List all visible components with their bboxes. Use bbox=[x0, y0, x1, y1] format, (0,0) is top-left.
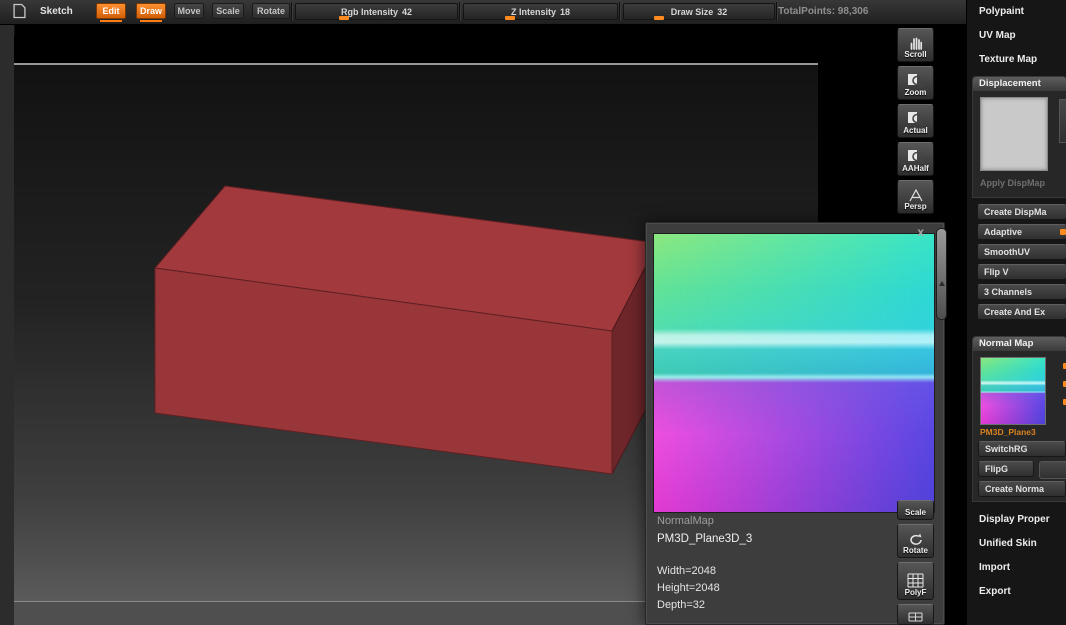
divider bbox=[291, 2, 293, 21]
divider bbox=[459, 2, 461, 21]
popup-depth-line: Depth=32 bbox=[657, 599, 706, 611]
adaptive-button[interactable]: Adaptive bbox=[977, 224, 1066, 240]
display-properties-header[interactable]: Display Proper bbox=[979, 514, 1050, 525]
total-points-readout: TotalPoints: 98,306 bbox=[778, 6, 869, 17]
displacement-section: Displacement Apply DispMap bbox=[972, 76, 1066, 198]
normalmap-thumbnail[interactable] bbox=[980, 357, 1046, 425]
export-header[interactable]: Export bbox=[979, 586, 1011, 597]
slider-thumb[interactable] bbox=[339, 16, 350, 20]
slider-thumb[interactable] bbox=[654, 16, 664, 20]
popup-map-type: NormalMap bbox=[657, 515, 714, 527]
magnifier-icon bbox=[908, 112, 924, 126]
popup-width-line: Width=2048 bbox=[657, 565, 717, 577]
slider-thumb[interactable] bbox=[505, 16, 516, 20]
unified-skin-header[interactable]: Unified Skin bbox=[979, 538, 1037, 549]
create-and-export-button[interactable]: Create And Ex bbox=[977, 304, 1066, 320]
canvas-scale-button[interactable]: Scale bbox=[897, 500, 934, 520]
draw-size-slider[interactable]: Draw Size 32 bbox=[623, 3, 775, 20]
persp-button[interactable]: Persp bbox=[897, 180, 934, 214]
close-icon[interactable]: x bbox=[917, 225, 924, 239]
zoom-tool-button[interactable]: Zoom bbox=[897, 66, 934, 100]
top-toolbar: Sketch Edit Draw Move Scale Rotate Rgb I… bbox=[0, 0, 966, 25]
draw-size-value: 32 bbox=[717, 6, 728, 17]
perspective-icon bbox=[908, 189, 923, 202]
tool-label: Persp bbox=[904, 202, 927, 211]
z-intensity-value: 18 bbox=[560, 6, 571, 17]
scale-button[interactable]: Scale bbox=[212, 3, 244, 19]
draw-button[interactable]: Draw bbox=[136, 3, 166, 22]
tool-label: Actual bbox=[903, 126, 928, 135]
flip-v-button[interactable]: Flip V bbox=[977, 264, 1066, 280]
zbrush-window: Sketch Edit Draw Move Scale Rotate Rgb I… bbox=[0, 0, 1066, 625]
grid-icon bbox=[908, 612, 923, 622]
tool-label: Zoom bbox=[904, 88, 927, 97]
tool-palette: Polypaint UV Map Texture Map Displacemen… bbox=[966, 0, 1066, 625]
uv-map-header[interactable]: UV Map bbox=[979, 30, 1016, 41]
left-tray bbox=[0, 24, 15, 625]
create-normalmap-button[interactable]: Create Norma bbox=[978, 481, 1066, 497]
popup-object-name: PM3D_Plane3D_3 bbox=[657, 533, 753, 545]
canvas-rotate-button[interactable]: Rotate bbox=[897, 524, 934, 558]
document-header-band bbox=[14, 36, 818, 63]
texture-map-header[interactable]: Texture Map bbox=[979, 54, 1037, 65]
tool-label: AAHalf bbox=[902, 164, 929, 173]
rotate-button[interactable]: Rotate bbox=[252, 3, 290, 19]
normal-map-header[interactable]: Normal Map bbox=[973, 337, 1066, 351]
tool-label: Scroll bbox=[904, 50, 927, 59]
clipped-control bbox=[1039, 461, 1066, 479]
draw-size-label: Draw Size bbox=[670, 6, 714, 17]
tray-scrollbar[interactable] bbox=[936, 228, 947, 320]
polyframe-button[interactable]: PolyF bbox=[897, 562, 934, 600]
grid-icon bbox=[907, 573, 924, 588]
import-header[interactable]: Import bbox=[979, 562, 1010, 573]
magnifier-icon bbox=[908, 74, 924, 88]
scroll-up-arrow bbox=[938, 281, 945, 286]
divider bbox=[619, 2, 621, 21]
apply-dispmap-label: Apply DispMap bbox=[980, 178, 1046, 188]
rotate-icon bbox=[909, 533, 922, 545]
tool-label: PolyF bbox=[904, 588, 927, 597]
rgb-intensity-value: 42 bbox=[402, 6, 413, 17]
clipped-control bbox=[1059, 99, 1066, 143]
edit-button[interactable]: Edit bbox=[96, 3, 126, 22]
z-intensity-slider[interactable]: Z Intensity 18 bbox=[463, 3, 618, 20]
scroll-tool-button[interactable]: Scroll bbox=[897, 28, 934, 62]
tool-label: Rotate bbox=[903, 546, 928, 555]
hand-icon bbox=[910, 37, 922, 50]
create-dispmap-button[interactable]: Create DispMa bbox=[977, 204, 1066, 220]
normalmap-thumb-label[interactable]: PM3D_Plane3 bbox=[980, 427, 1036, 437]
sketch-label: Sketch bbox=[40, 6, 73, 17]
popup-height-line: Height=2048 bbox=[657, 582, 720, 594]
tool-label: Scale bbox=[905, 508, 926, 517]
rgb-intensity-slider[interactable]: Rgb Intensity 42 bbox=[295, 3, 458, 20]
aahalf-button[interactable]: AAHalf bbox=[897, 142, 934, 176]
normalmap-preview-image bbox=[653, 233, 935, 513]
displacement-header[interactable]: Displacement bbox=[973, 77, 1066, 91]
magnifier-icon bbox=[908, 150, 924, 164]
model-box[interactable] bbox=[140, 170, 680, 490]
z-intensity-label: Z Intensity bbox=[510, 6, 556, 17]
actual-size-button[interactable]: Actual bbox=[897, 104, 934, 138]
adaptive-indicator-dot bbox=[1060, 229, 1066, 235]
switchrg-button[interactable]: SwitchRG bbox=[978, 441, 1066, 457]
smoothuv-button[interactable]: SmoothUV bbox=[977, 244, 1066, 260]
displacement-thumbnail[interactable] bbox=[980, 97, 1048, 171]
move-button[interactable]: Move bbox=[174, 3, 204, 19]
document-icon[interactable] bbox=[13, 3, 26, 24]
clipped-shelf-button[interactable] bbox=[897, 604, 934, 625]
normal-map-section: Normal Map PM3D_Plane3 SwitchRG FlipG Cr… bbox=[972, 336, 1066, 502]
flipg-button[interactable]: FlipG bbox=[978, 461, 1034, 477]
polypaint-header[interactable]: Polypaint bbox=[979, 6, 1024, 17]
three-channels-button[interactable]: 3 Channels bbox=[977, 284, 1066, 300]
rgb-intensity-label: Rgb Intensity bbox=[340, 6, 398, 17]
